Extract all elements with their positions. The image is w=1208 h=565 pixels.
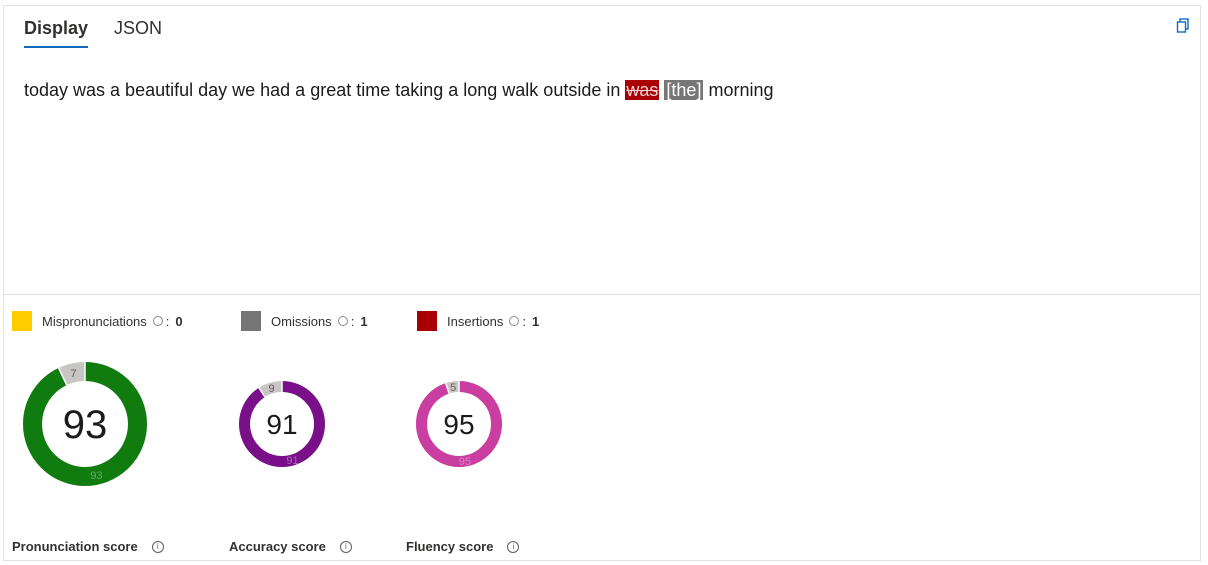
tab-json[interactable]: JSON [114, 18, 162, 48]
score-label-text: Accuracy score [229, 539, 326, 554]
pronunciation-score-donut: 93 7 93 [23, 362, 147, 486]
fluency-score-donut: 95 5 95 [416, 381, 502, 468]
legend-label: Omissions [271, 313, 332, 329]
info-icon[interactable]: i [339, 540, 352, 553]
donut-remainder-label: 9 [268, 383, 274, 395]
info-icon[interactable]: i [151, 540, 164, 553]
legend-count: 1 [360, 313, 368, 329]
mispronunciations-swatch [12, 311, 32, 331]
info-icon[interactable] [509, 316, 520, 326]
legend-insertions: Insertions : 1 [417, 311, 539, 331]
donut-center-value: 93 [63, 403, 108, 447]
fluency-score-label: Fluency score i [406, 539, 520, 554]
info-icon[interactable] [152, 316, 163, 326]
copy-icon[interactable] [1176, 18, 1190, 34]
donut-center-value: 95 [443, 409, 474, 440]
legend-count: 0 [175, 313, 183, 329]
result-panel: Display JSON today was a beautiful day w… [3, 5, 1201, 561]
accuracy-score-donut: 91 9 91 [239, 381, 325, 467]
transcript-text-after: morning [708, 80, 774, 100]
pronunciation-score-label: Pronunciation score i [12, 539, 164, 554]
donut-remainder-label: 7 [70, 368, 76, 380]
insertions-swatch [417, 311, 437, 331]
donut-score-label: 95 [459, 456, 471, 468]
tab-bar: Display JSON [24, 18, 162, 48]
score-label-text: Pronunciation score [12, 539, 138, 554]
transcript-text-before: today was a beautiful day we had a great… [24, 80, 621, 100]
accuracy-score-label: Accuracy score i [229, 539, 352, 554]
legend-mispronunciations: Mispronunciations : 0 [12, 311, 183, 331]
donut-score-label: 93 [90, 470, 102, 482]
donut-score-label: 91 [286, 455, 298, 467]
omissions-swatch [241, 311, 261, 331]
tab-display[interactable]: Display [24, 18, 89, 48]
donut-center-value: 91 [266, 409, 297, 440]
legend-sep: : [350, 313, 355, 329]
insertion-word[interactable]: was [625, 80, 660, 100]
omission-word[interactable]: [the] [664, 80, 704, 100]
score-label-text: Fluency score [406, 539, 494, 554]
info-icon[interactable] [337, 316, 348, 326]
legend-sep: : [165, 313, 170, 329]
legend-count: 1 [532, 313, 540, 329]
legend-sep: : [522, 313, 526, 329]
transcript-text: today was a beautiful day we had a great… [24, 80, 774, 101]
legend-label: Mispronunciations [42, 313, 147, 329]
legend-omissions: Omissions : 1 [241, 311, 368, 331]
divider [4, 294, 1200, 295]
legend-label: Insertions [447, 313, 504, 329]
donut-remainder-label: 5 [450, 382, 456, 394]
info-icon[interactable]: i [507, 540, 520, 553]
